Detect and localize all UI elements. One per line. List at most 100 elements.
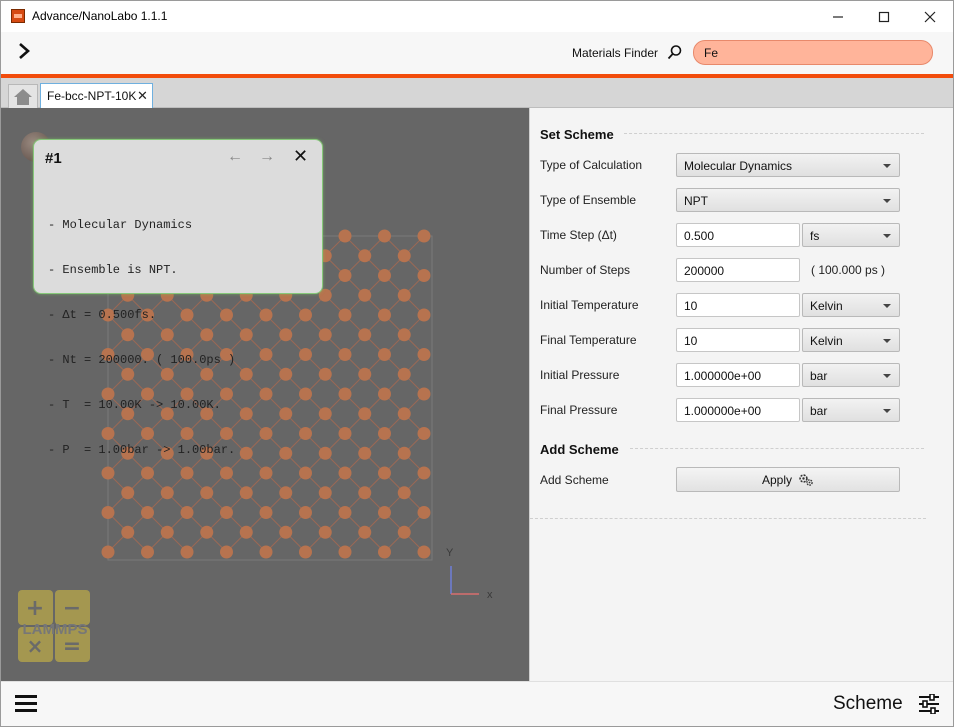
calc-type-label: Type of Calculation: [540, 158, 643, 172]
atom: [397, 328, 411, 342]
plus-glyph: +: [26, 596, 44, 621]
atom: [358, 367, 372, 381]
bottom-bar: Scheme: [1, 681, 953, 726]
final-press-unit-select[interactable]: bar: [802, 398, 900, 422]
atom: [160, 525, 174, 539]
minimize-button[interactable]: [815, 1, 861, 32]
atom: [239, 486, 253, 500]
add-scheme-label: Add Scheme: [540, 473, 609, 487]
atom: [358, 328, 372, 342]
atom: [200, 525, 214, 539]
summary-line: - T = 10.00K -> 10.00K.: [48, 398, 221, 412]
hamburger-menu-icon[interactable]: [15, 695, 37, 713]
ensemble-select[interactable]: NPT: [676, 188, 900, 212]
previous-scheme-button[interactable]: ←: [227, 148, 243, 166]
atom: [338, 308, 352, 322]
tab-document[interactable]: Fe-bcc-NPT-10K ✕: [40, 83, 153, 108]
atom: [397, 446, 411, 460]
atom: [397, 288, 411, 302]
final-temp-field[interactable]: 10: [676, 328, 800, 352]
scheme-summary: - Molecular Dynamics - Ensemble is NPT. …: [48, 188, 235, 488]
atom: [259, 348, 273, 361]
atom: [318, 525, 332, 539]
summary-line: - P = 1.00bar -> 1.00bar.: [48, 443, 236, 457]
section-divider: [530, 518, 926, 519]
summary-line: - Nt = 200000. ( 100.0ps ): [48, 353, 236, 367]
atom: [239, 407, 253, 421]
close-window-button[interactable]: [907, 1, 953, 32]
atom: [299, 506, 312, 519]
scheme-mode-label: Scheme: [833, 693, 903, 714]
atom: [358, 446, 372, 460]
atom: [338, 387, 352, 401]
summary-line: - Ensemble is NPT.: [48, 263, 178, 277]
home-tab[interactable]: [8, 84, 38, 108]
init-press-label: Initial Pressure: [540, 368, 620, 382]
atom: [318, 328, 332, 342]
search-icon[interactable]: [667, 44, 683, 60]
atom: [358, 525, 372, 539]
time-step-field[interactable]: 0.500: [676, 223, 800, 247]
atom: [279, 407, 293, 421]
close-card-button[interactable]: ✕: [293, 146, 308, 167]
atom: [259, 308, 273, 322]
atom: [378, 269, 391, 282]
atom: [417, 308, 431, 322]
next-scheme-button[interactable]: →: [259, 148, 275, 166]
atom: [160, 486, 174, 500]
materials-finder-label: Materials Finder: [572, 46, 659, 60]
atom: [121, 525, 135, 539]
sliders-icon[interactable]: [918, 694, 940, 714]
scheme-number: #1: [45, 150, 62, 167]
close-icon: [924, 11, 936, 22]
calc-type-select[interactable]: Molecular Dynamics: [676, 153, 900, 177]
steps-label: Number of Steps: [540, 263, 631, 277]
section-divider: [630, 448, 924, 449]
summary-line: - Molecular Dynamics: [48, 218, 193, 232]
structure-viewport[interactable]: Yx F e #1 ← → ✕ - Molecular Dynamics - E…: [1, 108, 529, 681]
atom: [378, 545, 391, 559]
init-temp-field[interactable]: 10: [676, 293, 800, 317]
final-temp-label: Final Temperature: [540, 333, 637, 347]
top-toolbar: Materials Finder: [1, 32, 953, 74]
title-bar: Advance/NanoLabo 1.1.1: [1, 1, 953, 32]
atom: [200, 486, 214, 500]
maximize-button[interactable]: [861, 1, 907, 32]
add-scheme-title: Add Scheme: [540, 442, 619, 457]
init-press-unit-select[interactable]: bar: [802, 363, 900, 387]
atom: [279, 367, 293, 381]
atom: [338, 229, 352, 243]
atom: [378, 348, 391, 361]
atom: [358, 486, 372, 500]
atom: [318, 367, 332, 381]
tab-bar: Fe-bcc-NPT-10K ✕: [1, 78, 953, 108]
atom: [318, 446, 332, 460]
atom: [180, 545, 194, 559]
scheme-info-card: #1 ← → ✕ - Molecular Dynamics - Ensemble…: [33, 139, 323, 457]
summary-line: - Δt = 0.500fs.: [48, 308, 157, 322]
init-press-field[interactable]: 1.000000e+00: [676, 363, 800, 387]
atom: [397, 486, 411, 500]
atom: [180, 506, 194, 519]
scheme-settings-panel: Set Scheme Type of Calculation Molecular…: [529, 108, 953, 681]
atom: [299, 427, 312, 440]
atom: [121, 486, 135, 500]
apply-button[interactable]: Apply: [676, 467, 900, 492]
tab-close-icon[interactable]: ✕: [137, 88, 148, 104]
atom: [141, 506, 154, 519]
atom: [299, 387, 312, 401]
final-press-field[interactable]: 1.000000e+00: [676, 398, 800, 422]
time-step-label: Time Step (Δt): [540, 228, 617, 242]
materials-search-input[interactable]: [693, 40, 933, 65]
atom: [141, 545, 154, 559]
atom: [101, 506, 115, 519]
expand-sidebar-button[interactable]: [13, 40, 39, 66]
atom: [220, 545, 233, 559]
init-temp-unit-select[interactable]: Kelvin: [802, 293, 900, 317]
final-temp-unit-select[interactable]: Kelvin: [802, 328, 900, 352]
atom: [397, 249, 411, 263]
steps-field[interactable]: 200000: [676, 258, 800, 282]
atom: [358, 407, 372, 421]
lammps-logo: + − × = LAMMPS: [18, 590, 90, 662]
time-step-unit-select[interactable]: fs: [802, 223, 900, 247]
